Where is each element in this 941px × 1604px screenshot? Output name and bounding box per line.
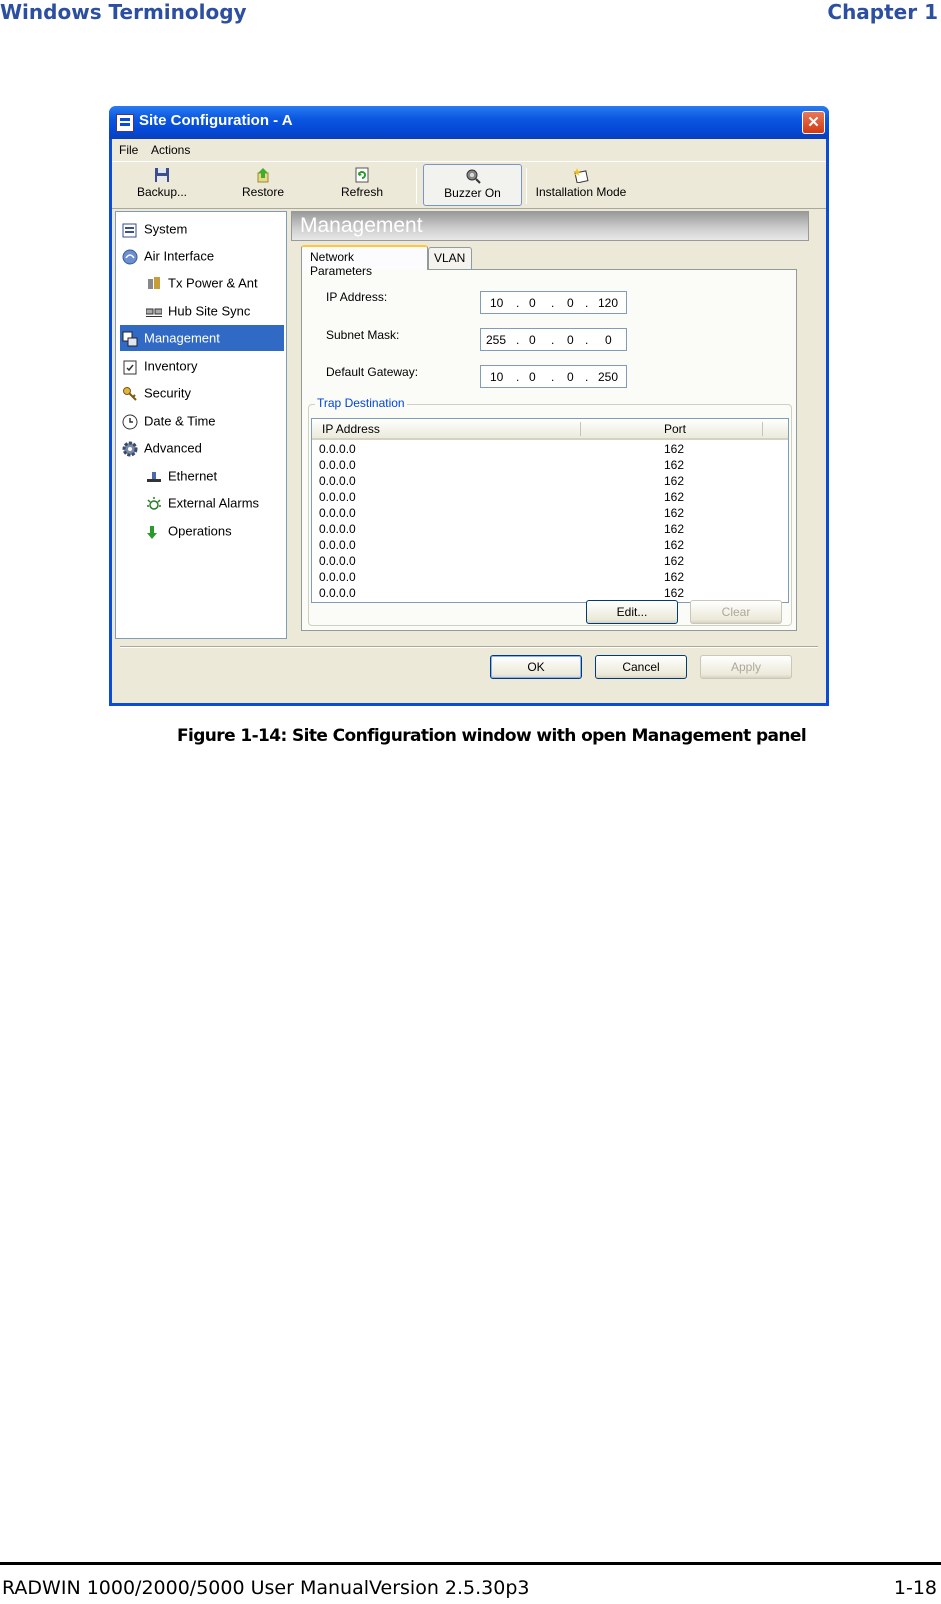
clear-button[interactable]: Clear	[690, 600, 782, 624]
installation-mode-button[interactable]: Installation Mode	[532, 164, 630, 206]
security-keys-icon	[123, 386, 137, 401]
table-row[interactable]: 0.0.0.0 162	[312, 538, 788, 554]
edit-button[interactable]: Edit...	[586, 600, 678, 624]
refresh-button[interactable]: Refresh	[337, 164, 387, 206]
ok-button[interactable]: OK	[490, 655, 582, 679]
site-configuration-window: Site Configuration - A ✕ File Actions Ba…	[109, 106, 829, 706]
floppy-disk-icon	[155, 168, 169, 182]
alarm-icon	[147, 496, 161, 510]
trap-destination-list[interactable]: IP Address Port 0.0.0.0 162 0.0.0.0 162 0.…	[311, 418, 789, 603]
dialog-separator	[120, 646, 818, 648]
nav-item-air-interface[interactable]: Air Interface	[120, 243, 284, 269]
column-ip-address[interactable]: IP Address	[322, 422, 380, 436]
window-config-icon	[116, 114, 134, 132]
clock-icon	[122, 414, 138, 430]
header-chapter: Chapter 1	[827, 0, 938, 24]
nav-item-hub-site-sync[interactable]: Hub Site Sync	[144, 298, 284, 324]
restore-button[interactable]: Restore	[238, 164, 288, 206]
restore-arrow-icon	[257, 168, 269, 183]
document-footer: RADWIN 1000/2000/5000 User ManualVersion…	[0, 1562, 941, 1602]
nav-item-ethernet[interactable]: Ethernet	[144, 463, 284, 489]
default-gateway-label: Default Gateway:	[326, 365, 419, 379]
nav-item-external-alarms[interactable]: External Alarms	[144, 490, 284, 516]
refresh-icon	[355, 167, 369, 183]
footer-manual-version: RADWIN 1000/2000/5000 User ManualVersion…	[2, 1577, 530, 1599]
installation-star-icon	[573, 168, 589, 183]
subnet-mask-input[interactable]: 255 . 0 . 0 . 0	[480, 328, 627, 351]
operations-arrow-icon	[147, 525, 157, 539]
column-divider	[580, 422, 581, 436]
air-interface-icon	[122, 249, 138, 265]
table-row[interactable]: 0.0.0.0 162	[312, 458, 788, 474]
table-row[interactable]: 0.0.0.0 162	[312, 522, 788, 538]
document-header: Windows Terminology Chapter 1	[0, 0, 941, 24]
buzzer-on-button[interactable]: Buzzer On	[423, 164, 522, 206]
nav-item-advanced[interactable]: Advanced	[120, 435, 284, 461]
table-row[interactable]: 0.0.0.0 162	[312, 506, 788, 522]
management-panel: Management Network Parameters VLAN IP Ad…	[291, 211, 809, 639]
nav-item-date-time[interactable]: Date & Time	[120, 408, 284, 434]
subnet-mask-label: Subnet Mask:	[326, 328, 400, 342]
nav-item-management[interactable]: Management	[120, 325, 284, 351]
table-row[interactable]: 0.0.0.0 162	[312, 490, 788, 506]
header-section-title: Windows Terminology	[0, 0, 247, 24]
apply-button[interactable]: Apply	[700, 655, 792, 679]
nav-item-inventory[interactable]: Inventory	[120, 353, 284, 379]
table-row[interactable]: 0.0.0.0 162	[312, 570, 788, 586]
ethernet-icon	[147, 471, 161, 482]
cancel-button[interactable]: Cancel	[595, 655, 687, 679]
toolbar: Backup... Restore Refresh Buzzer On Inst…	[112, 161, 826, 209]
column-port[interactable]: Port	[664, 422, 686, 436]
table-row[interactable]: 0.0.0.0 162	[312, 554, 788, 570]
tx-power-icon	[148, 276, 160, 289]
toolbar-separator	[416, 168, 417, 204]
title-bar[interactable]: Site Configuration - A ✕	[109, 106, 829, 139]
tab-vlan[interactable]: VLAN	[428, 247, 472, 270]
system-icon	[122, 223, 137, 238]
toolbar-separator	[526, 168, 527, 204]
nav-item-system[interactable]: System	[120, 216, 284, 242]
backup-button[interactable]: Backup...	[134, 164, 190, 206]
ip-address-input[interactable]: 10 . 0 . 0 . 120	[480, 291, 627, 314]
table-row[interactable]: 0.0.0.0 162	[312, 442, 788, 458]
management-icon	[122, 331, 138, 347]
default-gateway-input[interactable]: 10 . 0 . 0 . 250	[480, 365, 627, 388]
trap-destination-group: Trap Destination IP Address Port 0.0.0.0…	[308, 396, 792, 626]
list-header: IP Address Port	[312, 419, 788, 440]
close-button[interactable]: ✕	[802, 111, 825, 134]
table-row[interactable]: 0.0.0.0 162	[312, 474, 788, 490]
ip-address-label: IP Address:	[326, 290, 388, 304]
nav-item-security[interactable]: Security	[120, 380, 284, 406]
nav-item-operations[interactable]: Operations	[144, 518, 284, 544]
navigation-tree: System Air Interface Tx Power & Ant Hub …	[115, 211, 287, 639]
trap-destination-legend: Trap Destination	[315, 396, 407, 410]
menu-bar: File Actions	[112, 139, 826, 161]
inventory-clipboard-icon	[123, 360, 137, 375]
gear-icon	[122, 441, 138, 457]
menu-file[interactable]: File	[119, 143, 138, 157]
nav-item-tx-power[interactable]: Tx Power & Ant	[144, 270, 284, 296]
window-title: Site Configuration - A	[139, 112, 293, 129]
network-parameters-page: IP Address: 10 . 0 . 0 . 120 Subnet Mask…	[301, 269, 797, 631]
tab-network-parameters[interactable]: Network Parameters	[301, 245, 428, 278]
menu-actions[interactable]: Actions	[151, 143, 190, 157]
column-divider	[762, 422, 763, 436]
panel-title: Management	[291, 211, 809, 241]
footer-page-number: 1-18	[893, 1577, 937, 1599]
buzzer-icon	[466, 169, 481, 184]
figure-caption: Figure 1-14: Site Configuration window w…	[177, 726, 807, 746]
hub-sync-icon	[146, 308, 162, 317]
